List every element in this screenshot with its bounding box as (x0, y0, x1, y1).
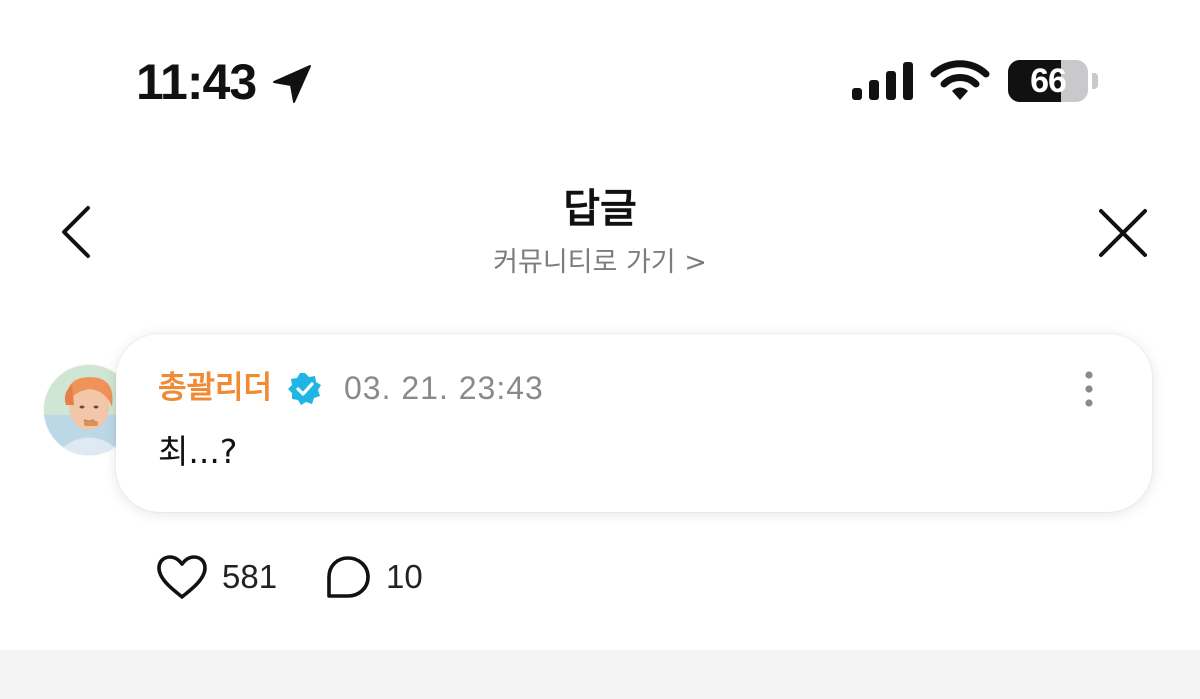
comment-card[interactable]: 총괄리더 03. 21. 23:43 최...? (116, 334, 1152, 512)
battery-icon: 66 (1008, 60, 1100, 102)
comment-timestamp: 03. 21. 23:43 (344, 370, 544, 406)
battery-level: 66 (1030, 62, 1067, 100)
comment-text: 최...? (158, 432, 238, 471)
more-vertical-icon[interactable] (1078, 370, 1100, 408)
status-time: 11:43 (136, 54, 257, 110)
wifi-icon (930, 60, 990, 100)
go-to-community-link[interactable]: 커뮤니티로 가기 > (0, 244, 1200, 282)
page-title: 답글 (563, 186, 637, 232)
author-name[interactable]: 총괄리더 (158, 366, 272, 410)
like-button[interactable]: 581 (156, 552, 277, 602)
battery-cap (1092, 73, 1098, 89)
reply-screen: 11:43 66 답글 커뮤니티로 가기 > 총괄리더 03. 21. 23:4… (0, 0, 1200, 699)
battery-body: 66 (1008, 60, 1088, 102)
heart-icon (157, 555, 207, 599)
verified-badge-icon (288, 373, 321, 405)
section-divider (0, 650, 1200, 699)
reply-button[interactable]: 10 (324, 552, 423, 602)
location-arrow-icon (273, 65, 311, 103)
like-count: 581 (222, 558, 278, 595)
close-icon[interactable] (1096, 206, 1150, 260)
comment-bubble-icon (327, 556, 370, 598)
cellular-signal-icon (852, 62, 913, 100)
reply-count: 10 (386, 558, 423, 595)
